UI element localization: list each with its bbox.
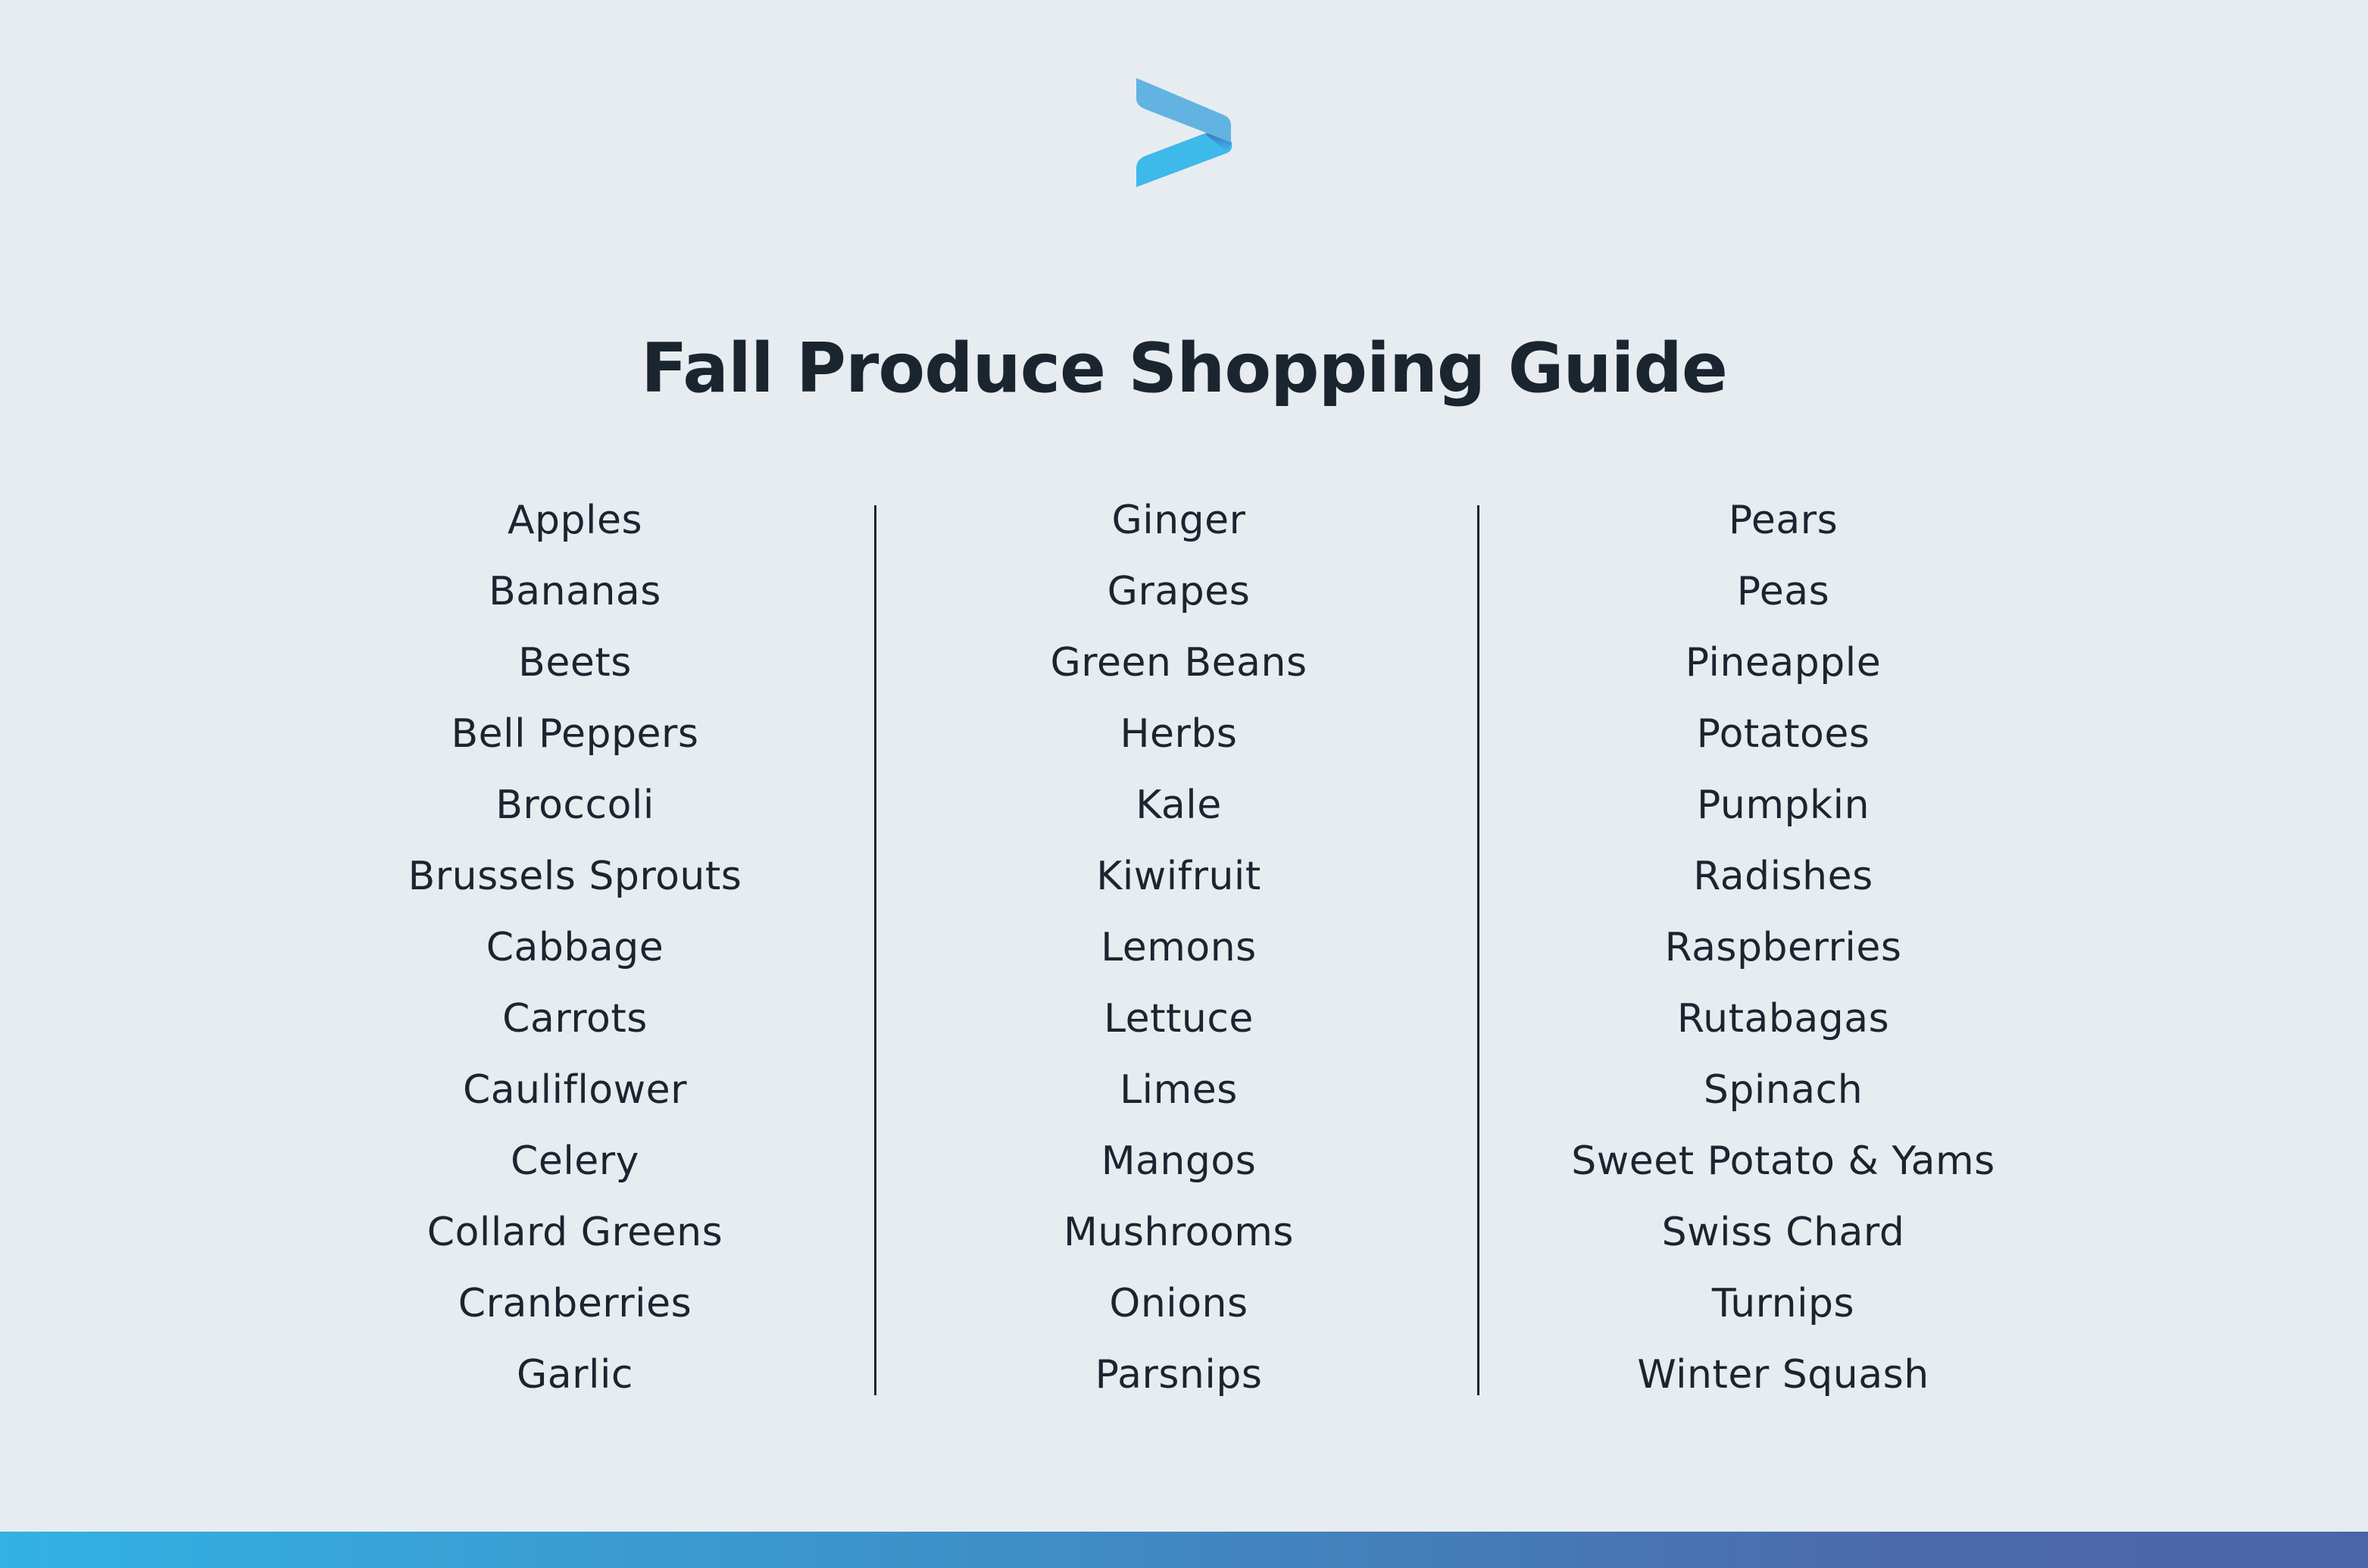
page-title: Fall Produce Shopping Guide — [641, 329, 1728, 409]
produce-item: Grapes — [1107, 569, 1251, 614]
produce-item: Turnips — [1711, 1281, 1855, 1326]
produce-item: Brussels Sprouts — [408, 854, 742, 899]
produce-item: Celery — [511, 1139, 639, 1184]
produce-item: Mushrooms — [1064, 1210, 1294, 1255]
produce-item: Rutabagas — [1676, 996, 1890, 1042]
produce-item: Onions — [1109, 1281, 1248, 1326]
produce-item: Garlic — [516, 1352, 634, 1398]
produce-item: Bell Peppers — [451, 711, 699, 757]
produce-item: Herbs — [1120, 711, 1238, 757]
produce-item: Carrots — [502, 996, 648, 1042]
produce-item: Collard Greens — [426, 1210, 723, 1255]
produce-item: Potatoes — [1696, 711, 1870, 757]
produce-item: Swiss Chard — [1661, 1210, 1905, 1255]
produce-item: Lemons — [1101, 925, 1257, 970]
produce-item: Beets — [518, 640, 632, 686]
bottom-gradient-bar — [0, 1532, 2368, 1568]
produce-item: Mangos — [1101, 1139, 1257, 1184]
produce-item: Kiwifruit — [1096, 854, 1261, 899]
column-divider — [1477, 505, 1479, 1395]
produce-item: Pumpkin — [1696, 782, 1870, 828]
produce-item: Spinach — [1703, 1067, 1863, 1113]
produce-item: Radishes — [1693, 854, 1873, 899]
produce-item: Apples — [507, 498, 643, 543]
produce-item: Bananas — [489, 569, 661, 614]
produce-item: Cranberries — [458, 1281, 692, 1326]
produce-item: Peas — [1736, 569, 1830, 614]
produce-item: Lettuce — [1104, 996, 1254, 1042]
column-divider — [874, 505, 876, 1395]
logo-upper-band — [1136, 78, 1231, 142]
produce-item: Broccoli — [495, 782, 654, 828]
produce-item: Cauliflower — [463, 1067, 687, 1113]
produce-item: Green Beans — [1050, 640, 1307, 686]
brand-logo-icon — [1136, 78, 1232, 187]
produce-column-1: Apples Bananas Beets Bell Peppers Broccoli Br… — [310, 492, 840, 1418]
produce-item: Limes — [1120, 1067, 1238, 1113]
produce-item: Parsnips — [1095, 1352, 1263, 1398]
produce-column-3: Pears Peas Pineapple Potatoes Pumpkin Radishe… — [1518, 492, 2048, 1418]
produce-item: Raspberries — [1664, 925, 1902, 970]
produce-column-2: Ginger Grapes Green Beans Herbs Kale Kiwifrui… — [914, 492, 1444, 1418]
produce-item: Winter Squash — [1637, 1352, 1929, 1398]
produce-item: Cabbage — [486, 925, 664, 970]
produce-item: Pineapple — [1685, 640, 1882, 686]
produce-item: Ginger — [1111, 498, 1246, 543]
produce-item: Pears — [1728, 498, 1838, 543]
produce-item: Kale — [1136, 782, 1222, 828]
produce-item: Sweet Potato & Yams — [1571, 1139, 1995, 1184]
